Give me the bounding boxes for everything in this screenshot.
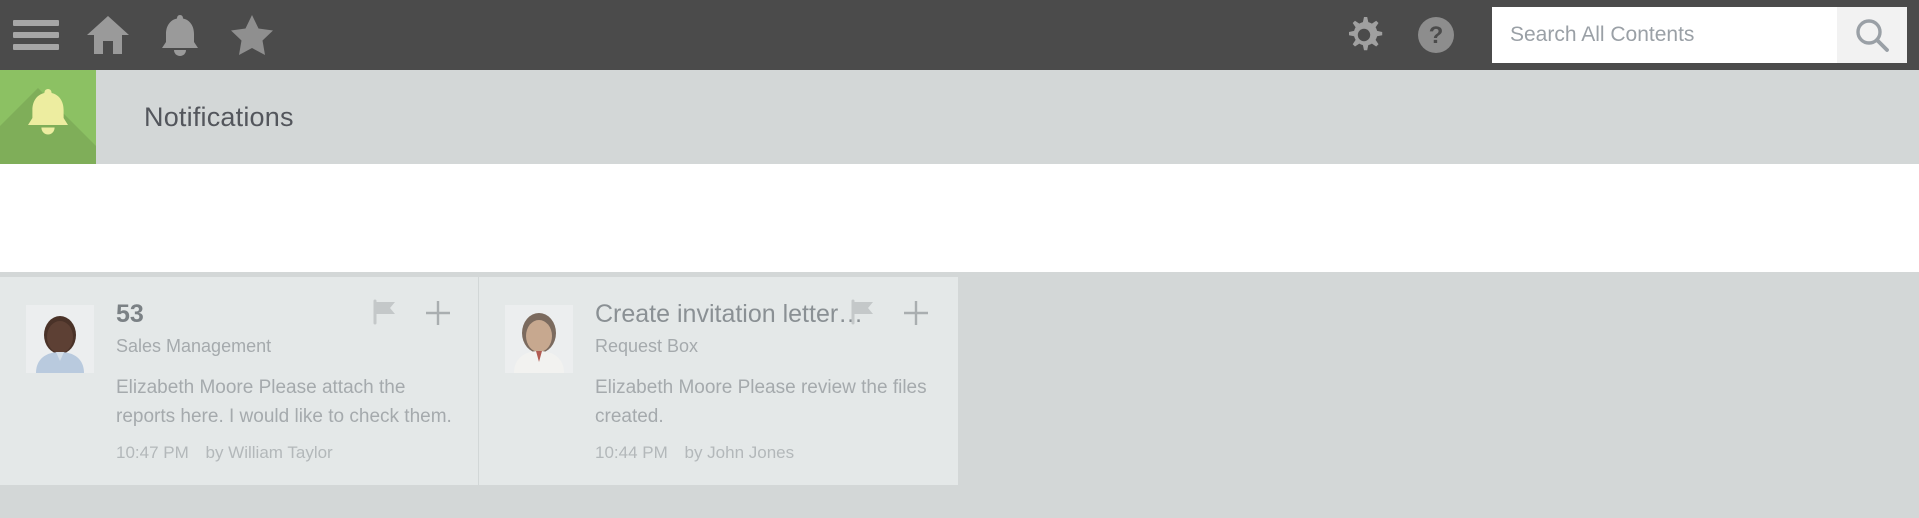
card-time: 10:47 PM bbox=[116, 443, 189, 462]
plus-icon[interactable] bbox=[424, 299, 452, 327]
flag-icon[interactable] bbox=[372, 299, 398, 325]
avatar-photo bbox=[26, 305, 94, 373]
page-header: Notifications bbox=[0, 70, 1919, 164]
card-author: by John Jones bbox=[684, 443, 795, 462]
search-button[interactable] bbox=[1837, 7, 1907, 63]
card-title: 53 bbox=[116, 300, 144, 328]
card-actions bbox=[850, 299, 930, 327]
avatar bbox=[26, 305, 94, 373]
menu-icon[interactable] bbox=[0, 0, 72, 70]
notifications-content: 53 Sales Management Elizabeth Moore Plea… bbox=[0, 272, 1919, 518]
topbar-right-controls: ? bbox=[1328, 0, 1919, 70]
card-meta: 10:47 PM by William Taylor bbox=[116, 443, 452, 463]
card-author: by William Taylor bbox=[205, 443, 333, 462]
star-glyph bbox=[231, 15, 273, 55]
search-icon bbox=[1856, 19, 1889, 52]
svg-text:?: ? bbox=[1429, 22, 1444, 49]
gear-glyph bbox=[1349, 17, 1383, 51]
home-icon[interactable] bbox=[72, 0, 144, 70]
bell-icon bbox=[28, 89, 68, 135]
card-time: 10:44 PM bbox=[595, 443, 668, 462]
avatar bbox=[505, 305, 573, 373]
plus-icon[interactable] bbox=[902, 299, 930, 327]
bell-glyph bbox=[162, 15, 198, 56]
star-icon[interactable] bbox=[216, 0, 288, 70]
help-icon[interactable]: ? bbox=[1400, 0, 1472, 70]
notifications-toolbar: To Me Unread Read bbox=[0, 164, 1919, 418]
card-meta: 10:44 PM by John Jones bbox=[595, 443, 930, 463]
page-icon-tile bbox=[0, 70, 96, 164]
card-message: Elizabeth Moore Please review the files … bbox=[595, 377, 927, 427]
card-source: Request Box bbox=[595, 336, 699, 356]
search-bar bbox=[1492, 7, 1907, 63]
app-root: ? Notifications bbox=[0, 0, 1919, 518]
notification-card-list: 53 Sales Management Elizabeth Moore Plea… bbox=[0, 277, 958, 485]
avatar-photo bbox=[505, 305, 573, 373]
card-title: Create invitation letter… bbox=[595, 300, 864, 328]
gear-icon[interactable] bbox=[1328, 0, 1400, 70]
notification-card[interactable]: Create invitation letter… Request Box El… bbox=[478, 277, 956, 485]
search-input[interactable] bbox=[1492, 7, 1837, 63]
flag-icon[interactable] bbox=[850, 299, 876, 325]
help-glyph: ? bbox=[1418, 17, 1454, 53]
bell-icon[interactable] bbox=[144, 0, 216, 70]
card-source: Sales Management bbox=[116, 336, 272, 356]
topbar-left-icons bbox=[0, 0, 288, 70]
global-topbar: ? bbox=[0, 0, 1919, 70]
hamburger-glyph bbox=[13, 20, 59, 50]
card-actions bbox=[372, 299, 452, 327]
card-message: Elizabeth Moore Please attach the report… bbox=[116, 377, 452, 427]
page-title: Notifications bbox=[144, 102, 294, 132]
notification-card[interactable]: 53 Sales Management Elizabeth Moore Plea… bbox=[0, 277, 478, 485]
home-glyph bbox=[87, 16, 129, 54]
